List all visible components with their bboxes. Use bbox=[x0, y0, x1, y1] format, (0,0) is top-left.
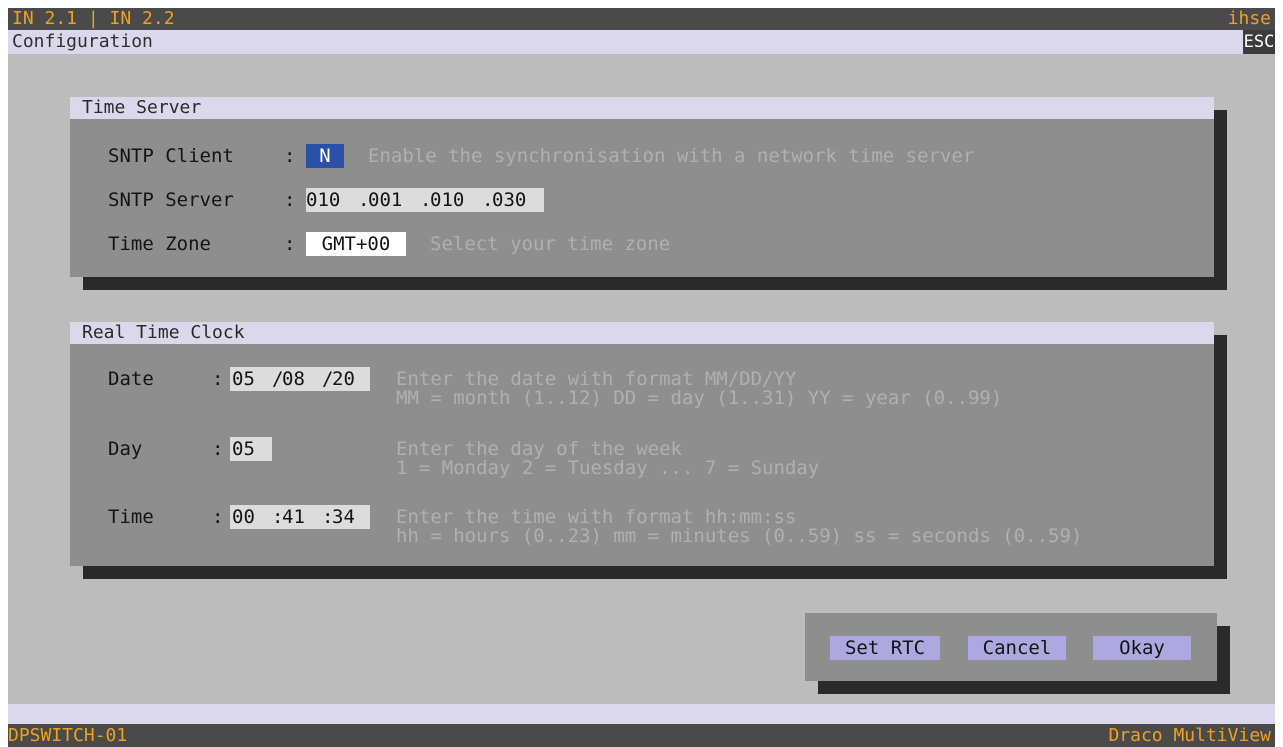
sntp-client-label: SNTP Client bbox=[108, 145, 234, 167]
set-rtc-button[interactable]: Set RTC bbox=[830, 636, 940, 660]
time-hours[interactable]: 00 bbox=[232, 505, 255, 529]
day-value[interactable]: 05 bbox=[232, 437, 255, 461]
time-hint-2: hh = hours (0..23) mm = minutes (0..59) … bbox=[396, 525, 1083, 547]
day-label: Day bbox=[108, 438, 143, 460]
date-sep: : bbox=[212, 368, 224, 390]
day-sep: : bbox=[212, 438, 224, 460]
product-name: Draco MultiView bbox=[1108, 725, 1271, 746]
status-strip bbox=[8, 704, 1275, 724]
esc-button[interactable]: ESC bbox=[1243, 30, 1275, 54]
date-field[interactable]: 05 / 08 / 20 bbox=[230, 367, 370, 391]
ip-octet-4[interactable]: 030 bbox=[492, 188, 526, 212]
page-title: Configuration bbox=[12, 31, 153, 52]
time-zone-label: Time Zone bbox=[108, 233, 211, 255]
time-zone-hint: Select your time zone bbox=[430, 233, 671, 255]
brand-label: ihse bbox=[1227, 8, 1271, 29]
sntp-server-sep: : bbox=[284, 189, 296, 211]
time-sep: : bbox=[212, 506, 224, 528]
ip-octet-3[interactable]: 010 bbox=[430, 188, 464, 212]
time-minutes[interactable]: 41 bbox=[282, 505, 305, 529]
date-day[interactable]: 08 bbox=[282, 367, 305, 391]
ip-octet-1[interactable]: 010 bbox=[306, 188, 340, 212]
cancel-button[interactable]: Cancel bbox=[968, 636, 1066, 660]
device-name: DPSWITCH-01 bbox=[8, 725, 128, 746]
time-zone-field[interactable]: GMT+00 bbox=[306, 232, 406, 256]
time-seconds[interactable]: 34 bbox=[332, 505, 355, 529]
day-hint-2: 1 = Monday 2 = Tuesday ... 7 = Sunday bbox=[396, 457, 820, 479]
rtc-title: Real Time Clock bbox=[70, 322, 1214, 344]
time-server-title: Time Server bbox=[70, 97, 1214, 119]
date-month[interactable]: 05 bbox=[232, 367, 255, 391]
date-year[interactable]: 20 bbox=[332, 367, 355, 391]
sntp-client-hint: Enable the synchronisation with a networ… bbox=[368, 145, 975, 167]
sntp-client-sep: : bbox=[284, 145, 296, 167]
sntp-client-field[interactable]: N bbox=[306, 144, 344, 168]
date-label: Date bbox=[108, 368, 154, 390]
day-field[interactable]: 05 bbox=[230, 437, 272, 461]
time-zone-sep: : bbox=[284, 233, 296, 255]
title-bar: IN 2.1 | IN 2.2 ihse bbox=[8, 8, 1275, 30]
sntp-server-label: SNTP Server bbox=[108, 189, 234, 211]
okay-button[interactable]: Okay bbox=[1093, 636, 1191, 660]
date-hint-2: MM = month (1..12) DD = day (1..31) YY =… bbox=[396, 387, 1003, 409]
input-title: IN 2.1 | IN 2.2 bbox=[12, 8, 175, 29]
status-bar: DPSWITCH-01 Draco MultiView bbox=[8, 724, 1275, 747]
time-label: Time bbox=[108, 506, 154, 528]
ip-octet-2[interactable]: 001 bbox=[368, 188, 402, 212]
sntp-server-field[interactable]: 010 . 001 . 010 . 030 bbox=[306, 188, 544, 212]
time-field[interactable]: 00 : 41 : 34 bbox=[230, 505, 370, 529]
menu-bar: Configuration ESC bbox=[8, 30, 1275, 54]
